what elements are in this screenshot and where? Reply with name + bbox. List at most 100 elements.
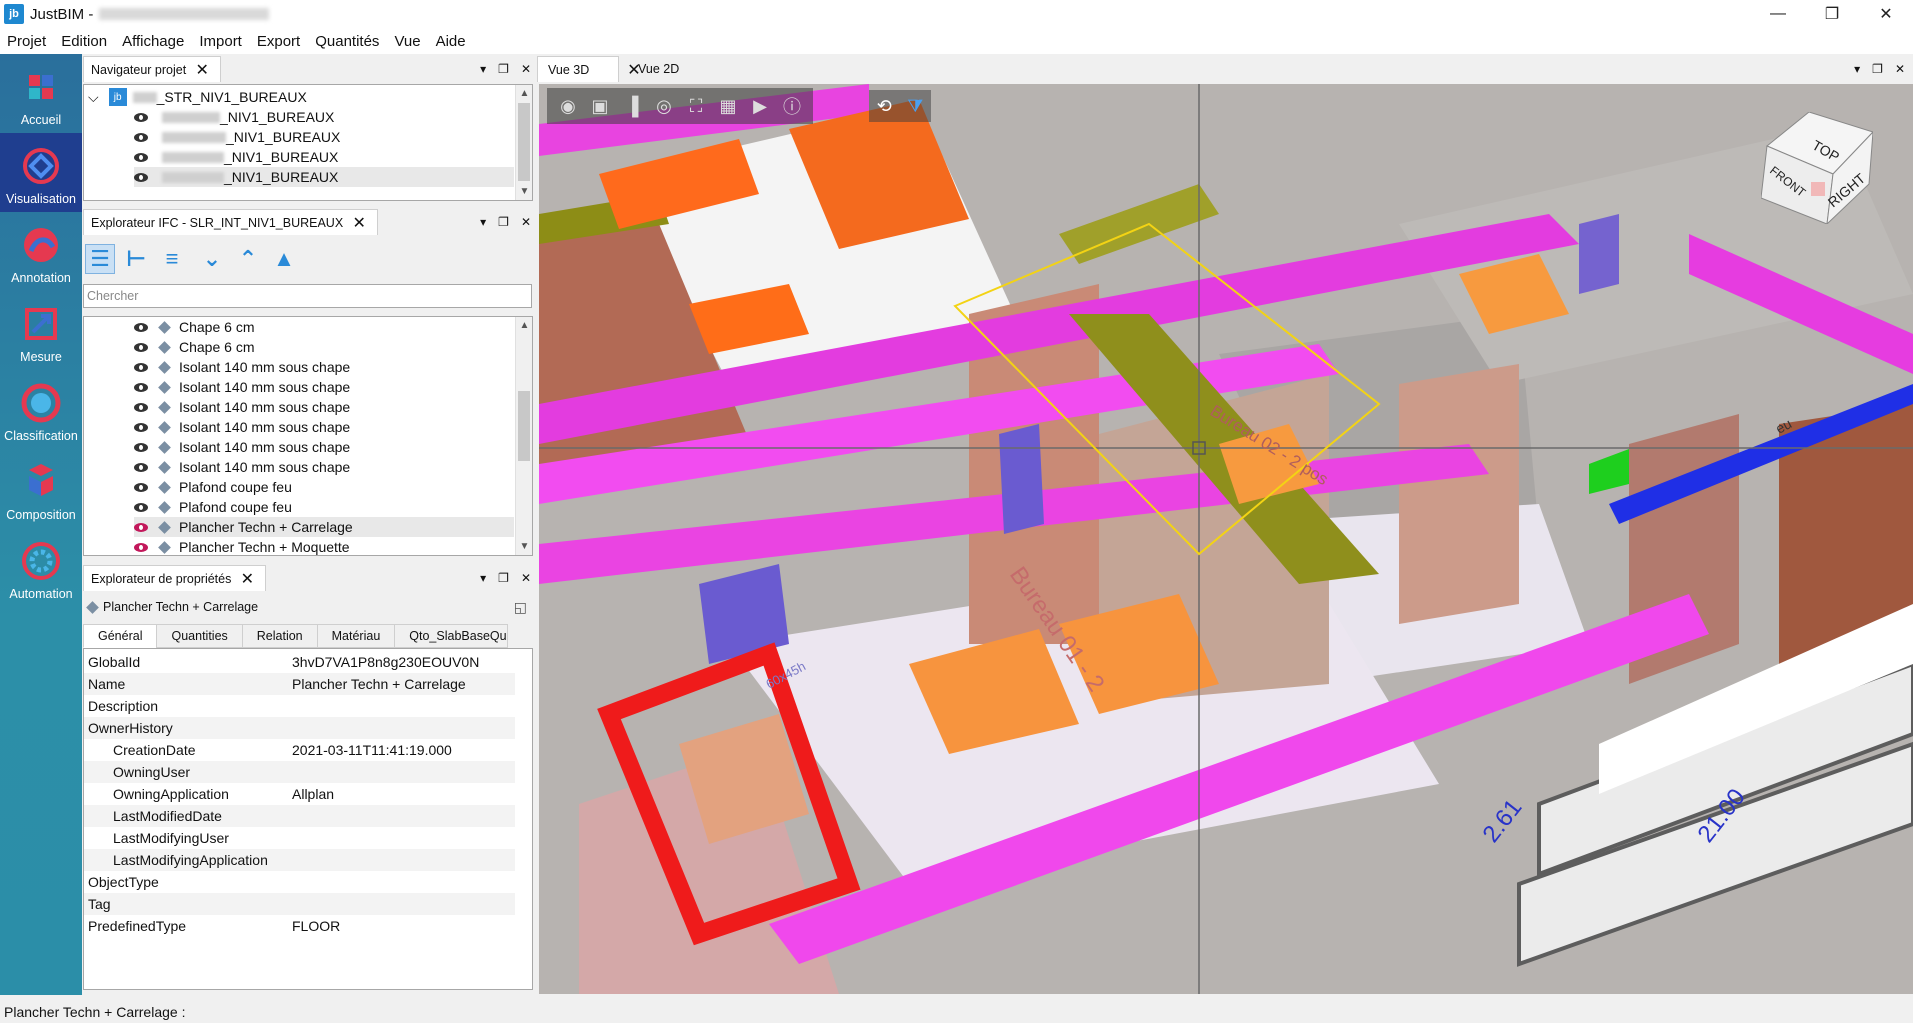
eye-icon[interactable] <box>134 152 148 162</box>
tree-child[interactable]: _NIV1_BUREAUX <box>134 147 338 167</box>
tree-child[interactable]: _NIV1_BUREAUX <box>134 167 514 187</box>
ifc-item[interactable]: Chape 6 cm <box>134 337 254 357</box>
eye-icon[interactable] <box>134 172 148 182</box>
float-icon[interactable]: ❐ <box>498 62 509 76</box>
close-icon[interactable]: ✕ <box>521 571 531 585</box>
menu-quantites[interactable]: Quantités <box>308 33 387 50</box>
prop-value[interactable]: Plancher Techn + Carrelage <box>292 676 466 692</box>
filter-icon[interactable]: ⧩ <box>907 96 923 117</box>
view-cube[interactable]: TOP FRONT RIGHT <box>1761 112 1873 224</box>
nav-mesure[interactable]: Mesure <box>0 291 82 370</box>
ifc-item[interactable]: Chape 6 cm <box>134 317 254 337</box>
prop-value[interactable]: 2021-03-11T11:41:19.000 <box>292 742 452 758</box>
menu-export[interactable]: Export <box>250 33 308 50</box>
hierarchy-icon[interactable]: ⊢ <box>121 244 151 274</box>
close-icon[interactable]: ✕ <box>1895 62 1905 76</box>
chevron-down-icon[interactable]: ⌵ <box>88 89 99 106</box>
ifc-item[interactable]: Plafond coupe feu <box>134 477 292 497</box>
cube-icon[interactable]: ▣ <box>587 93 613 119</box>
close-icon[interactable]: ✕ <box>235 567 259 591</box>
close-icon[interactable]: ✕ <box>521 62 531 76</box>
eye-icon[interactable] <box>134 482 148 492</box>
tab-vue-2d[interactable]: Vue 2D <box>638 56 679 82</box>
eye-icon[interactable]: ◎ <box>651 93 677 119</box>
eye-icon[interactable] <box>134 322 148 332</box>
eye-icon[interactable] <box>134 462 148 472</box>
bim-model-render[interactable]: Bureau 01 - 2 Bureau 02 - 2 pos 60x45h 2… <box>539 84 1913 994</box>
nav-visualisation[interactable]: Visualisation <box>0 133 82 212</box>
info-icon[interactable]: ⓘ <box>779 93 805 119</box>
ifc-item[interactable]: Isolant 140 mm sous chape <box>134 377 350 397</box>
close-window-button[interactable]: ✕ <box>1859 0 1913 28</box>
nav-accueil[interactable]: Accueil <box>0 54 82 133</box>
panel-layout-icon[interactable]: ◱ <box>514 599 527 616</box>
nav-annotation[interactable]: Annotation <box>0 212 82 291</box>
tab-quantities[interactable]: Quantities <box>156 624 243 648</box>
eye-icon[interactable] <box>134 442 148 452</box>
viewport-3d[interactable]: Bureau 01 - 2 Bureau 02 - 2 pos 60x45h 2… <box>539 84 1913 994</box>
maximize-button[interactable]: ❐ <box>1805 0 1859 28</box>
eye-icon[interactable] <box>134 112 148 122</box>
dropdown-icon[interactable]: ▾ <box>480 215 486 229</box>
tab-relation[interactable]: Relation <box>241 624 318 648</box>
orbit-icon[interactable]: ⟲ <box>877 96 892 117</box>
ifc-item[interactable]: Isolant 140 mm sous chape <box>134 357 350 377</box>
menu-projet[interactable]: Projet <box>0 33 54 50</box>
tree-view-icon[interactable]: ☰ <box>85 244 115 274</box>
prop-value[interactable]: 3hvD7VA1P8n8g230EOUV0N <box>292 654 479 670</box>
navigator-scrollbar[interactable]: ▲ ▼ <box>515 85 532 200</box>
tree-child[interactable]: _NIV1_BUREAUX <box>134 107 334 127</box>
ifc-item-selected[interactable]: Plancher Techn + Carrelage <box>134 517 514 537</box>
menu-edition[interactable]: Edition <box>54 33 115 50</box>
menu-vue[interactable]: Vue <box>387 33 428 50</box>
prop-value[interactable]: Allplan <box>292 786 334 802</box>
scroll-up-icon[interactable]: ▲ <box>516 85 532 102</box>
dropdown-icon[interactable]: ▾ <box>480 571 486 585</box>
ifc-item[interactable]: Plafond coupe feu <box>134 497 292 517</box>
float-icon[interactable]: ❐ <box>498 215 509 229</box>
ifc-tab[interactable]: Explorateur IFC - SLR_INT_NIV1_BUREAUX ✕ <box>83 209 379 235</box>
nav-composition[interactable]: Composition <box>0 449 82 528</box>
ifc-item[interactable]: Isolant 140 mm sous chape <box>134 457 350 477</box>
grid-icon[interactable]: ▦ <box>715 93 741 119</box>
tree-root[interactable]: ⌵ jb _STR_NIV1_BUREAUX <box>88 87 307 107</box>
list-view-icon[interactable]: ≡ <box>157 244 187 274</box>
ifc-item[interactable]: Plancher Techn + Moquette <box>134 537 350 555</box>
nav-classification[interactable]: Classification <box>0 370 82 449</box>
section-icon[interactable]: ▐ <box>619 93 645 119</box>
scroll-down-icon[interactable]: ▼ <box>516 183 532 200</box>
tab-vue-3d[interactable]: Vue 3D ✕ <box>537 56 641 82</box>
eye-icon[interactable] <box>134 502 148 512</box>
float-icon[interactable]: ❐ <box>498 571 509 585</box>
close-icon[interactable]: ✕ <box>190 58 214 82</box>
expand-all-icon[interactable]: ⌄ <box>197 244 227 274</box>
scroll-down-icon[interactable]: ▼ <box>516 538 532 555</box>
eye-hidden-icon[interactable] <box>134 542 148 552</box>
go-up-icon[interactable]: ▲ <box>269 244 299 274</box>
camera-icon[interactable]: ◉ <box>555 93 581 119</box>
ifc-item[interactable]: Isolant 140 mm sous chape <box>134 437 350 457</box>
properties-tab[interactable]: Explorateur de propriétés ✕ <box>83 565 267 591</box>
tree-child[interactable]: _NIV1_BUREAUX <box>134 127 340 147</box>
tab-materiau[interactable]: Matériau <box>316 624 396 648</box>
float-icon[interactable]: ❐ <box>1872 62 1883 76</box>
dropdown-icon[interactable]: ▾ <box>480 62 486 76</box>
clip-icon[interactable]: ▶ <box>747 93 773 119</box>
ifc-item[interactable]: Isolant 140 mm sous chape <box>134 417 350 437</box>
eye-hidden-icon[interactable] <box>134 522 148 532</box>
collapse-all-icon[interactable]: ⌃ <box>233 244 263 274</box>
tab-general[interactable]: Général <box>83 624 158 648</box>
eye-icon[interactable] <box>134 422 148 432</box>
ifc-scrollbar[interactable]: ▲ ▼ <box>515 317 532 555</box>
nav-automation[interactable]: Automation <box>0 528 82 607</box>
minimize-button[interactable]: — <box>1751 0 1805 28</box>
eye-icon[interactable] <box>134 402 148 412</box>
close-icon[interactable]: ✕ <box>347 211 371 235</box>
scroll-thumb[interactable] <box>518 103 530 181</box>
eye-icon[interactable] <box>134 362 148 372</box>
prop-value[interactable]: FLOOR <box>292 918 340 934</box>
ifc-search-input[interactable]: Chercher <box>83 284 532 308</box>
scroll-thumb[interactable] <box>518 391 530 461</box>
tab-qto-slab[interactable]: Qto_SlabBaseQuanti <box>394 624 509 648</box>
fit-icon[interactable]: ⛶ <box>683 93 709 119</box>
